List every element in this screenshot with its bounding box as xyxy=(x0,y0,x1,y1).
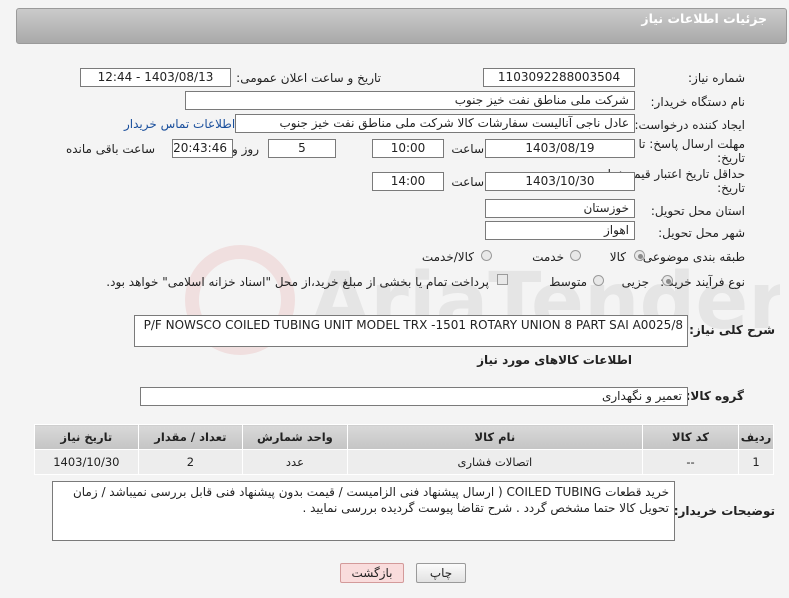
cell-row: 1 xyxy=(738,449,774,475)
table-row: 1 -- اتصالات فشاری عدد 2 1403/10/30 xyxy=(34,449,774,475)
announce-datetime-field: 1403/08/13 - 12:44 xyxy=(80,68,231,87)
goods-section-title: اطلاعات کالاهای مورد نیاز xyxy=(477,353,632,367)
category-option-goods-service: کالا/خدمت xyxy=(421,250,474,264)
buyer-notes-textarea: خرید قطعات COILED TUBING ( ارسال پیشنهاد… xyxy=(52,481,675,541)
category-option-goods: کالا xyxy=(609,250,626,264)
buyer-notes-text: خرید قطعات COILED TUBING ( ارسال پیشنهاد… xyxy=(72,485,669,515)
col-unit: واحد شمارش xyxy=(242,424,348,450)
price-validity-label-line2: تاریخ: xyxy=(717,181,745,195)
buyer-contact-link[interactable]: اطلاعات تماس خریدار xyxy=(124,117,235,131)
deadline-time-field: 10:00 xyxy=(372,139,444,158)
remaining-time-field: 20:43:46 xyxy=(172,139,233,158)
cell-code: -- xyxy=(641,449,740,475)
print-button[interactable]: چاپ xyxy=(416,563,466,583)
province-label: استان محل تحویل: xyxy=(650,204,745,218)
summary-label: شرح کلی نیاز: xyxy=(689,323,775,337)
goods-group-field: تعمیر و نگهداری xyxy=(140,387,688,406)
province-field: خوزستان xyxy=(485,199,635,218)
cell-name: اتصالات فشاری xyxy=(346,449,643,475)
city-label: شهر محل تحویل: xyxy=(658,226,745,240)
category-option-service: خدمت xyxy=(532,250,564,264)
col-name: نام کالا xyxy=(346,424,643,450)
buyer-org-field: شرکت ملی مناطق نفت خیز جنوب xyxy=(185,91,635,110)
goods-table: ردیف کد کالا نام کالا واحد شمارش تعداد /… xyxy=(34,424,774,475)
cell-date: 1403/10/30 xyxy=(34,449,139,475)
col-qty: تعداد / مقدار xyxy=(137,424,244,450)
col-code: کد کالا xyxy=(641,424,740,450)
deadline-label-line1: مهلت ارسال پاسخ: تا xyxy=(638,137,745,151)
cell-unit: عدد xyxy=(242,449,348,475)
purchase-type-option-minor: جزیی xyxy=(621,275,649,289)
cell-qty: 2 xyxy=(137,449,244,475)
deadline-days-label: روز و xyxy=(232,142,259,156)
requester-field: عادل ناجی آنالیست سفارشات کالا شرکت ملی … xyxy=(235,114,635,133)
treasury-payment-note: پرداخت تمام یا بخشی از مبلغ خرید،از محل … xyxy=(106,275,489,289)
price-validity-time-label: ساعت xyxy=(451,175,484,189)
need-number-label: شماره نیاز: xyxy=(688,71,745,85)
purchase-type-radio-minor[interactable] xyxy=(662,275,673,286)
price-validity-time-field: 14:00 xyxy=(372,172,444,191)
requester-label: ایجاد کننده درخواست: xyxy=(634,118,745,132)
back-button[interactable]: بازگشت xyxy=(340,563,404,583)
col-date: تاریخ نیاز xyxy=(34,424,139,450)
price-validity-date-field: 1403/10/30 xyxy=(485,172,635,191)
purchase-type-radio-medium[interactable] xyxy=(593,275,604,286)
purchase-type-label: نوع فرآیند خرید : xyxy=(660,275,745,289)
goods-table-header: ردیف کد کالا نام کالا واحد شمارش تعداد /… xyxy=(34,424,774,450)
goods-group-label: گروه کالا: xyxy=(685,389,744,403)
deadline-time-label: ساعت xyxy=(451,142,484,156)
col-row: ردیف xyxy=(738,424,774,450)
deadline-date-field: 1403/08/19 xyxy=(485,139,635,158)
buyer-notes-label: توضیحات خریدار: xyxy=(673,504,775,518)
summary-textarea: P/F NOWSCO COILED TUBING UNIT MODEL TRX … xyxy=(134,315,688,347)
category-label: طبقه بندی موضوعی: xyxy=(638,250,745,264)
treasury-payment-checkbox[interactable] xyxy=(497,274,508,285)
deadline-label-line2: تاریخ: xyxy=(717,151,745,165)
city-field: اهواز xyxy=(485,221,635,240)
announce-datetime-label: تاریخ و ساعت اعلان عمومی: xyxy=(236,71,381,85)
purchase-type-option-medium: متوسط xyxy=(549,275,587,289)
buyer-org-label: نام دستگاه خریدار: xyxy=(650,95,746,109)
summary-text: P/F NOWSCO COILED TUBING UNIT MODEL TRX … xyxy=(143,318,683,332)
category-radio-goods-service[interactable] xyxy=(481,250,492,261)
page-title: جزئیات اطلاعات نیاز xyxy=(641,11,767,26)
deadline-days-field: 5 xyxy=(268,139,336,158)
category-radio-goods[interactable] xyxy=(634,250,645,261)
need-number-field: 1103092288003504 xyxy=(483,68,635,87)
remaining-time-label: ساعت باقی مانده xyxy=(65,142,155,156)
category-radio-service[interactable] xyxy=(570,250,581,261)
